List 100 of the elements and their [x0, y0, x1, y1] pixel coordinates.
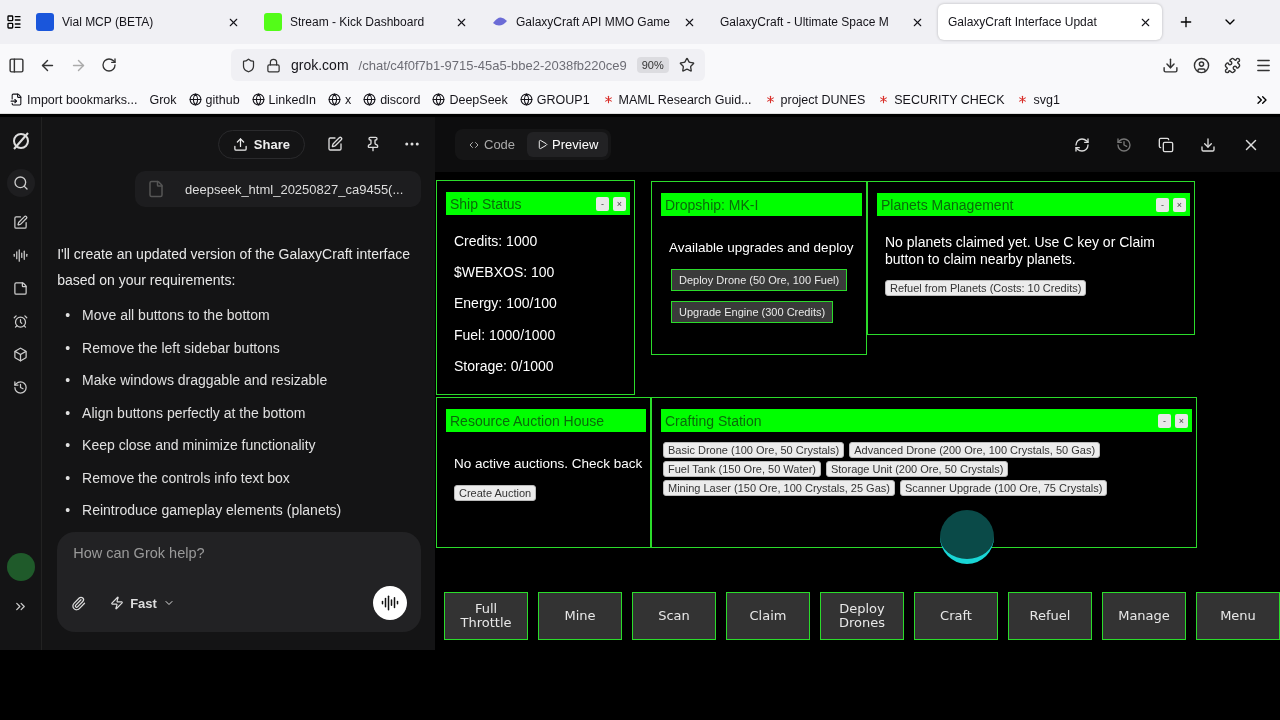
window-title-bar[interactable]: Ship Status - ×	[446, 192, 630, 215]
cube-icon[interactable]	[13, 347, 29, 362]
play-icon	[537, 139, 549, 150]
recipe-button[interactable]: Advanced Drone (200 Ore, 100 Crystals, 50 Gas)	[849, 442, 1101, 458]
list-item: Remove the left sidebar buttons	[82, 338, 280, 357]
browser-tab[interactable]: Vial MCP (BETA)	[26, 4, 250, 40]
bullet-marker: •	[65, 469, 71, 486]
tab-list-icon[interactable]	[6, 14, 22, 30]
browser-tab[interactable]: GalaxyCraft - Ultimate Space M	[710, 4, 934, 40]
attach-icon[interactable]	[71, 595, 87, 611]
note-icon[interactable]	[13, 281, 29, 296]
action-button[interactable]: Refuel	[1008, 592, 1092, 640]
window-control[interactable]: ×	[1173, 197, 1186, 212]
shield-icon	[241, 57, 256, 73]
bullet-marker: •	[65, 372, 71, 389]
mode-selector[interactable]: Fast	[104, 594, 181, 612]
action-button[interactable]: Menu	[1196, 592, 1280, 640]
download-icon[interactable]	[1162, 56, 1179, 74]
window-control[interactable]: -	[1156, 197, 1169, 212]
bookmark[interactable]: svg1	[1016, 92, 1060, 107]
window-text: No planets claimed yet. Use C key or Claim button to claim nearby planets.	[885, 234, 1156, 268]
bookmark[interactable]: project DUNES	[763, 92, 866, 107]
window-button[interactable]: Create Auction	[454, 485, 537, 501]
browser-tab[interactable]: Stream - Kick Dashboard	[254, 4, 478, 40]
action-button[interactable]: Claim	[726, 592, 810, 640]
window-button[interactable]: Upgrade Engine (300 Credits)	[671, 301, 834, 323]
window-title-bar[interactable]: Crafting Station - ×	[661, 409, 1192, 432]
bookmark[interactable]: SECURITY CHECK	[877, 92, 1005, 107]
game-window[interactable]	[651, 397, 1197, 548]
bullet-marker: •	[65, 339, 71, 356]
bookmark[interactable]: MAML Research Guid...	[601, 92, 752, 107]
game-window[interactable]: Resource Auction House No active auctions. Check back Create Auction	[436, 397, 651, 548]
copy-icon[interactable]	[1158, 136, 1174, 153]
file-attachment[interactable]: deepseek_html_20250827_ca9455(...	[135, 171, 421, 207]
share-button[interactable]: Share	[217, 129, 305, 159]
bookmark[interactable]: GROUP1	[519, 92, 590, 107]
action-button[interactable]: Mine	[538, 592, 622, 640]
bookmark[interactable]: discord	[363, 92, 421, 107]
window-control[interactable]: -	[1158, 413, 1171, 428]
voice-icon[interactable]	[13, 248, 29, 263]
chat-input[interactable]: How can Grok help? Fast	[57, 532, 421, 632]
bookmark[interactable]: x	[327, 92, 352, 107]
stat-text: Credits: 1000	[454, 231, 539, 251]
browser-tab[interactable]: GalaxyCraft API MMO Game	[482, 4, 706, 40]
recipe-button[interactable]: Fuel Tank (150 Ore, 50 Water)	[663, 461, 821, 477]
window-title-bar[interactable]: Dropship: MK-I	[661, 193, 862, 216]
logo-icon	[10, 131, 31, 151]
window-control[interactable]: ×	[613, 196, 626, 211]
bookmark[interactable]: github	[188, 92, 240, 107]
action-button[interactable]: Deploy Drones	[820, 592, 904, 640]
bullet-marker: •	[65, 437, 71, 454]
browser-tab[interactable]: GalaxyCraft Interface Updat	[938, 4, 1162, 40]
lock-icon	[266, 57, 281, 73]
search-icon[interactable]	[6, 169, 35, 197]
edit-icon[interactable]	[13, 215, 29, 230]
window-control[interactable]: -	[596, 196, 609, 211]
list-item: Align buttons perfectly at the bottom	[82, 403, 306, 422]
account-icon[interactable]	[1193, 56, 1210, 74]
bookmark[interactable]: LinkedIn	[251, 92, 316, 107]
window-button[interactable]: Refuel from Planets (Costs: 10 Credits)	[885, 280, 1087, 296]
window-title-bar[interactable]: Resource Auction House	[446, 409, 646, 432]
bookmark[interactable]: Grok	[149, 92, 177, 107]
pin-icon[interactable]	[365, 136, 381, 152]
action-button[interactable]: Full Throttle	[444, 592, 528, 640]
zoom-badge[interactable]: 90%	[636, 57, 669, 73]
action-button[interactable]: Manage	[1102, 592, 1186, 640]
extensions-icon[interactable]	[1224, 56, 1241, 74]
refresh-icon[interactable]	[1074, 136, 1090, 153]
new-tab-icon[interactable]	[1178, 14, 1194, 30]
voice-button[interactable]	[373, 586, 407, 620]
site-favicon	[36, 13, 54, 31]
sidebar-icon[interactable]	[8, 56, 25, 74]
recipe-button[interactable]: Basic Drone (100 Ore, 50 Crystals)	[663, 442, 845, 458]
edit-icon[interactable]	[327, 136, 343, 152]
list-item: Move all buttons to the bottom	[82, 306, 270, 325]
history-icon[interactable]	[13, 380, 29, 395]
waveform-icon	[381, 594, 399, 612]
game-window[interactable]: Ship Status - × Credits: 1000 $WEBXOS: 100 Energy: 100/100 Fuel: 1000/1000 Storage: 0/1000	[436, 180, 635, 395]
view-tab[interactable]: Code	[458, 132, 526, 157]
window-title-bar[interactable]: Planets Management - ×	[877, 193, 1190, 216]
action-button[interactable]: Craft	[914, 592, 998, 640]
bookmark[interactable]: DeepSeek	[432, 92, 508, 107]
download-icon[interactable]	[1200, 136, 1216, 153]
bookmark[interactable]: Import bookmarks...	[10, 92, 138, 107]
alarm-icon[interactable]	[13, 314, 29, 329]
game-window[interactable]: Planets Management - × No planets claimed yet. Use C key or Claim button to claim nearby planets. Refuel from Planets (Costs: 10 Credits)	[867, 181, 1195, 335]
recipe-button[interactable]: Scanner Upgrade (100 Ore, 75 Crystals)	[899, 480, 1108, 496]
recipe-button[interactable]: Mining Laser (150 Ore, 100 Crystals, 25 Gas)	[663, 480, 895, 496]
url-path: /chat/c4f0f7b1-9715-45a5-bbe2-2038fb220ce9	[358, 57, 627, 73]
window-button[interactable]: Deploy Drone (50 Ore, 100 Fuel)	[671, 269, 848, 291]
recipe-button[interactable]: Storage Unit (200 Ore, 50 Crystals)	[825, 461, 1009, 477]
reload-icon[interactable]	[101, 57, 117, 73]
view-tab[interactable]: Preview	[527, 132, 609, 157]
globe-icon	[363, 93, 377, 106]
address-bar[interactable]: grok.com /chat/c4f0f7b1-9715-45a5-bbe2-2038fb220ce9 90%	[231, 49, 705, 81]
game-window[interactable]: Dropship: MK-I Available upgrades and deploy Deploy Drone (50 Ore, 100 Fuel) Upgrade Engine (300 Credits)	[651, 181, 867, 355]
list-item: Remove the controls info text box	[82, 468, 290, 487]
window-control[interactable]: ×	[1175, 413, 1188, 428]
star-icon[interactable]	[678, 57, 695, 73]
action-button[interactable]: Scan	[632, 592, 716, 640]
